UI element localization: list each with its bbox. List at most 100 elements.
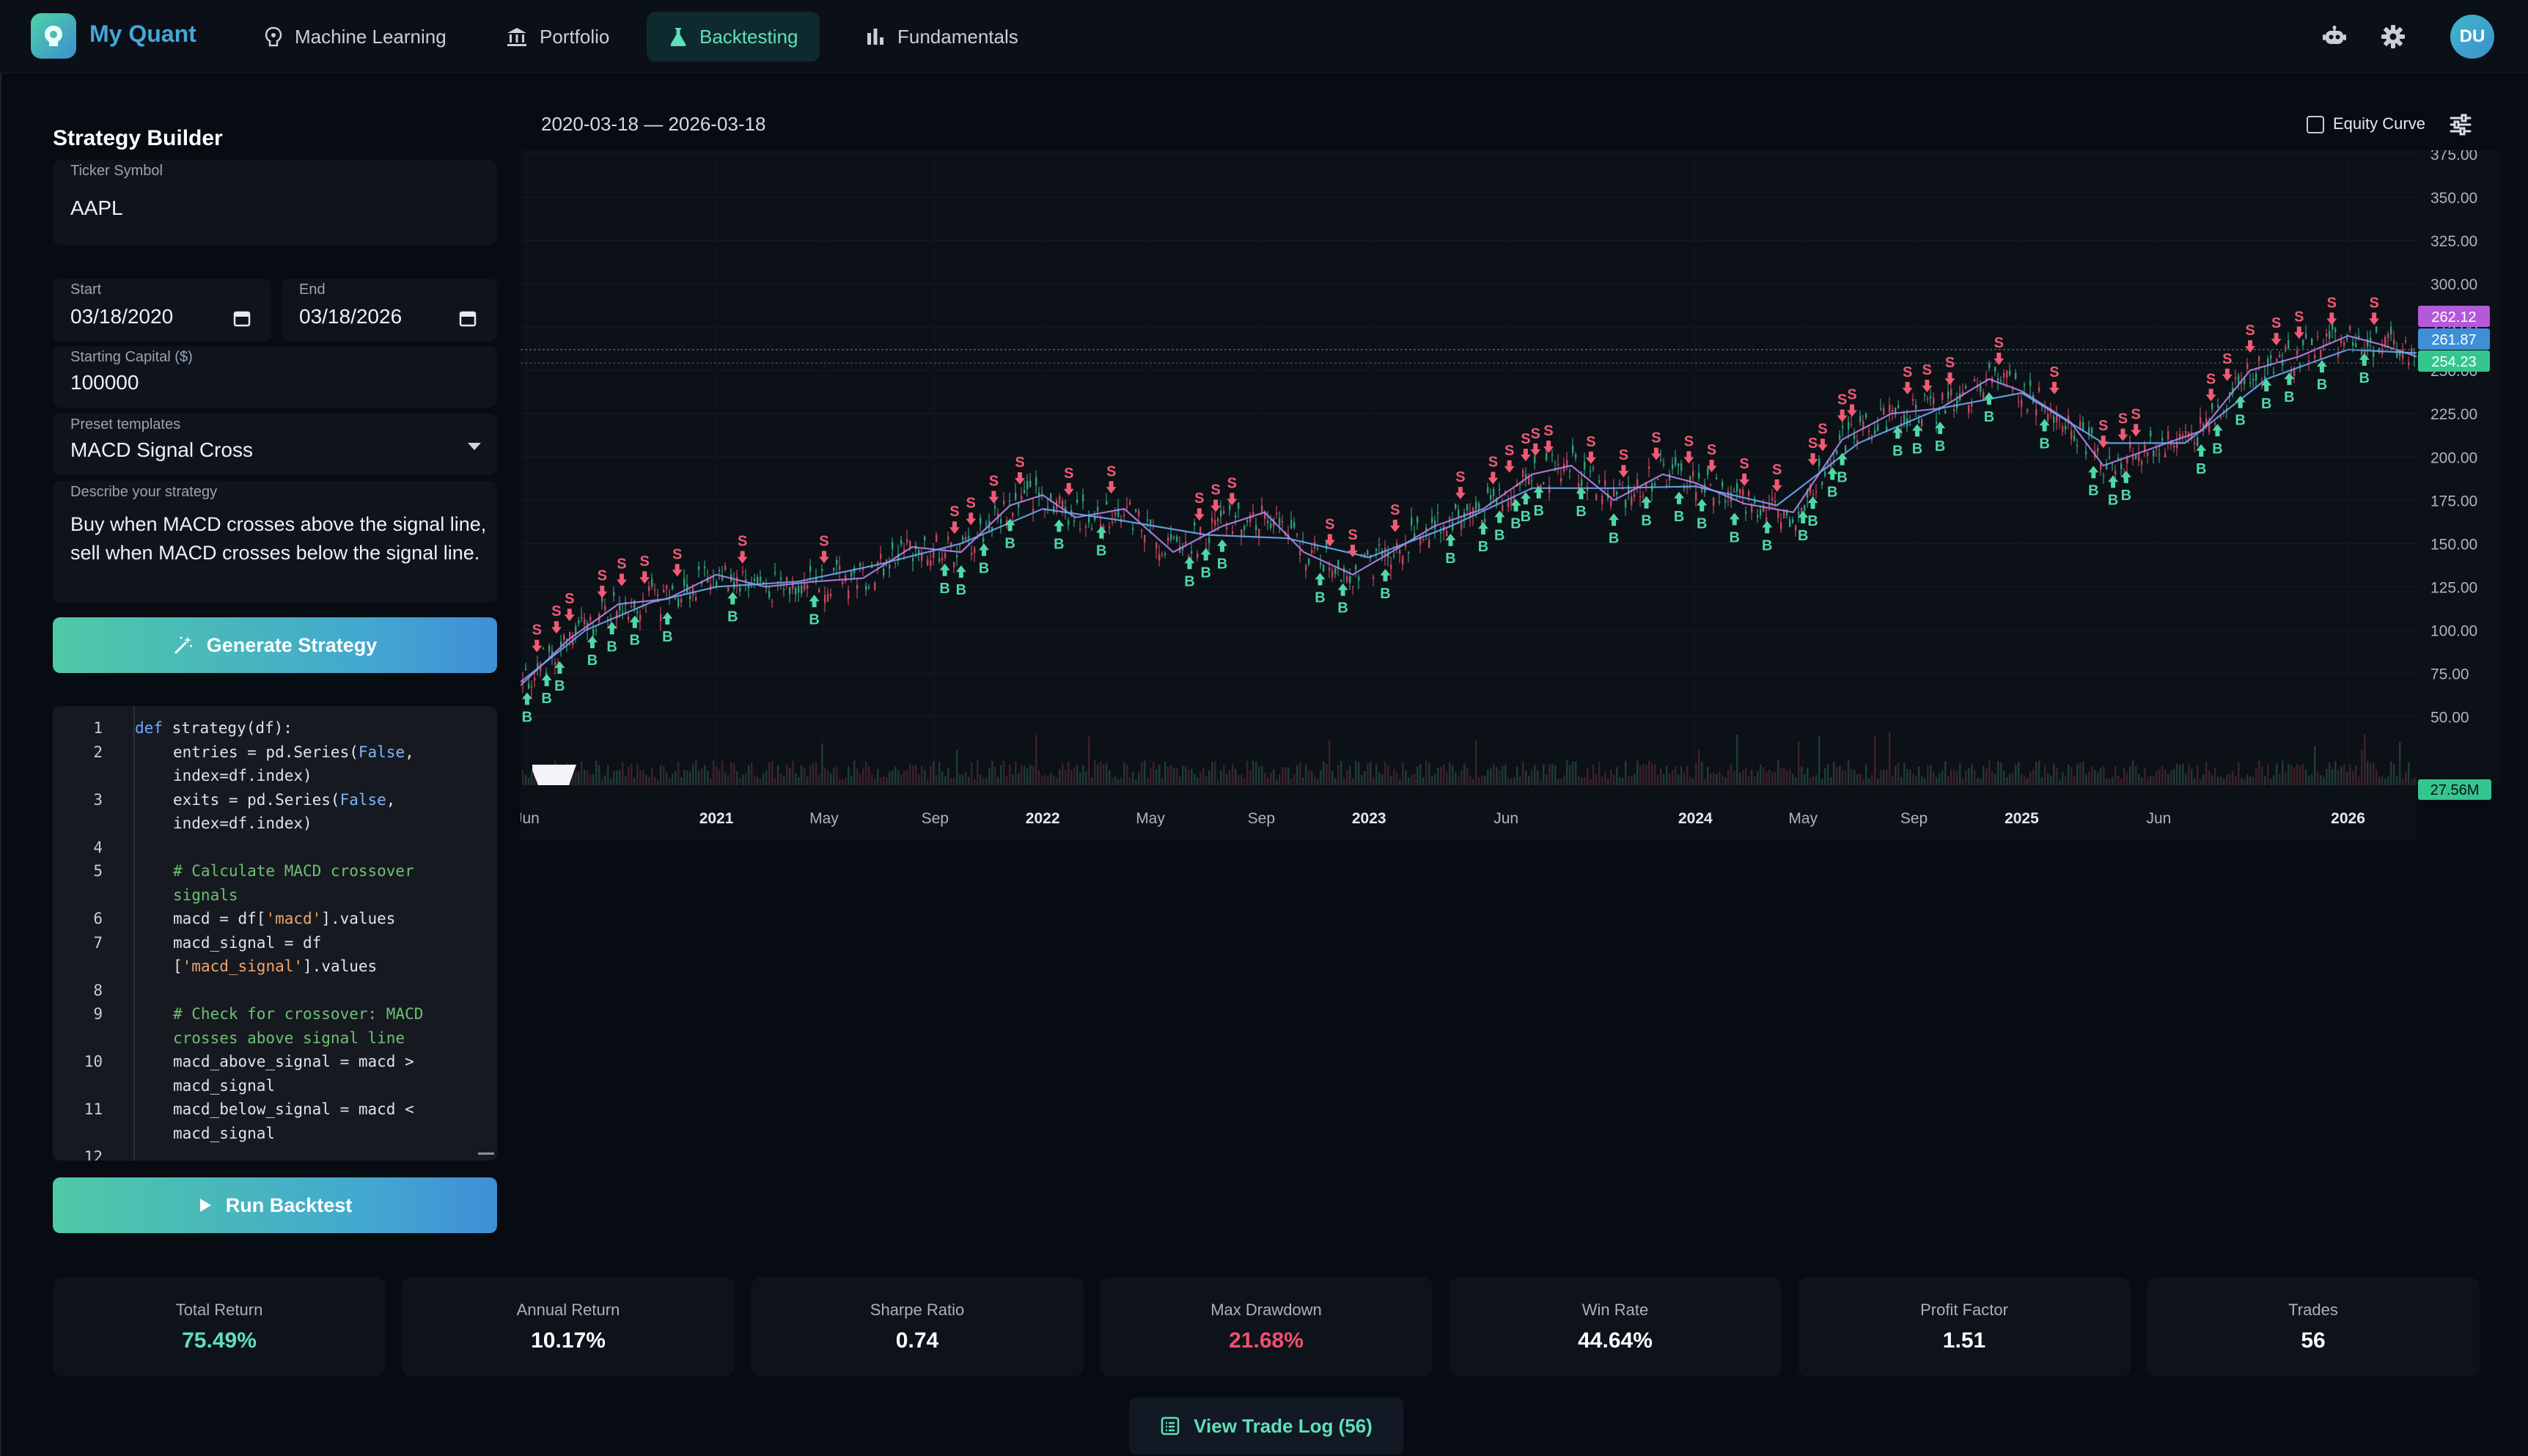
candle-body	[965, 537, 967, 540]
volume-bar	[1340, 760, 1342, 785]
volume-bar	[528, 777, 530, 785]
metric-value: 56	[2301, 1328, 2326, 1353]
volume-bar	[918, 773, 920, 785]
capital-input[interactable]: 100000	[70, 371, 139, 394]
nav-fundamentals[interactable]: Fundamentals	[843, 12, 1040, 62]
volume-bar	[2205, 761, 2208, 785]
start-date-field[interactable]: Start 03/18/2020	[53, 279, 271, 342]
equity-curve-checkbox[interactable]	[2307, 116, 2324, 133]
volume-bar	[950, 777, 952, 785]
end-date-input[interactable]: 03/18/2026	[299, 305, 402, 328]
volume-bar	[1724, 777, 1727, 785]
buy-label: B	[1827, 484, 1837, 500]
sliders-icon[interactable]	[2449, 113, 2472, 136]
robot-icon[interactable]	[2320, 22, 2349, 51]
line-number: 7	[93, 933, 103, 952]
capital-label: Starting Capital ($)	[70, 349, 193, 365]
ticker-input[interactable]: AAPL	[70, 196, 123, 220]
start-date-input[interactable]: 03/18/2020	[70, 305, 173, 328]
candle-body	[1856, 440, 1859, 444]
volume-bar	[809, 765, 812, 785]
candle-body	[833, 567, 835, 570]
sell-label: S	[1531, 426, 1540, 442]
description-field[interactable]: Describe your strategy Buy when MACD cro…	[53, 481, 497, 603]
volume-bar	[1991, 771, 1994, 785]
capital-field[interactable]: Starting Capital ($) 100000	[53, 346, 497, 408]
candle-body	[959, 545, 961, 546]
end-date-field[interactable]: End 03/18/2026	[282, 279, 497, 342]
volume-bar	[1994, 773, 1996, 785]
candle-body	[2285, 346, 2287, 352]
volume-bar	[736, 771, 738, 785]
candle-body	[1619, 483, 1621, 485]
x-tick-label: 2024	[1678, 810, 1713, 827]
candle-body	[780, 577, 782, 580]
candle-body	[639, 614, 642, 621]
nav-machine-learning[interactable]: Machine Learning	[242, 12, 469, 62]
volume-bar	[2018, 761, 2020, 785]
calendar-icon[interactable]	[459, 309, 477, 327]
candle-body	[2387, 334, 2389, 338]
candle-body	[842, 581, 844, 584]
code-editor[interactable]: 1 def strategy(df): 2 entries = pd.Series(F…	[53, 706, 497, 1161]
view-trade-log-button[interactable]: View Trade Log (56)	[1129, 1397, 1403, 1455]
volume-bar	[604, 775, 606, 785]
nav-portfolio[interactable]: Portfolio	[484, 12, 631, 62]
end-label: End	[299, 282, 326, 298]
logo-icon[interactable]	[31, 13, 76, 59]
sell-label: S	[2245, 323, 2255, 339]
volume-bar	[897, 770, 900, 785]
candle-body	[771, 600, 774, 603]
nav-backtesting[interactable]: Backtesting	[647, 12, 820, 62]
volume-bar	[1713, 772, 1715, 785]
gear-icon[interactable]	[2378, 22, 2408, 51]
volume-bar	[1780, 768, 1782, 785]
price-chart[interactable]: 375.00350.00325.00300.00275.00250.00225.…	[521, 150, 2500, 841]
code-scrollbar[interactable]	[478, 1152, 494, 1155]
candle-body	[1399, 549, 1401, 554]
volume-bar	[2381, 776, 2384, 785]
candle-body	[2141, 461, 2143, 465]
candle-body	[1311, 550, 1313, 554]
volume-bar	[613, 771, 615, 785]
volume-bar	[801, 765, 803, 785]
volume-bar	[2249, 776, 2252, 785]
line-number: 6	[93, 910, 103, 927]
volume-bar	[947, 768, 949, 785]
volume-bar	[962, 774, 964, 785]
candle-body	[1716, 477, 1718, 479]
volume-bar	[1757, 771, 1759, 785]
sell-label: S	[1390, 502, 1400, 518]
volume-bar	[2062, 772, 2064, 785]
candle-body	[1613, 488, 1615, 497]
candle-body	[1880, 408, 1882, 410]
volume-bar	[924, 770, 926, 785]
ticker-field[interactable]: Ticker Symbol AAPL	[53, 160, 497, 245]
candle-body	[525, 668, 527, 670]
preset-select[interactable]: Preset templates MACD Signal Cross	[53, 413, 497, 475]
equity-curve-label[interactable]: Equity Curve	[2333, 114, 2425, 133]
volume-bar	[2279, 773, 2281, 785]
candle-body	[1176, 536, 1178, 542]
avatar[interactable]: DU	[2450, 15, 2494, 59]
run-backtest-button[interactable]: Run Backtest	[53, 1177, 497, 1233]
volume-bar	[2068, 764, 2070, 785]
candle-body	[1642, 495, 1645, 497]
volume-bar	[906, 770, 908, 785]
volume-bar	[1065, 769, 1067, 785]
description-textarea[interactable]: Buy when MACD crosses above the signal l…	[70, 510, 510, 567]
candle-body	[713, 578, 715, 580]
volume-bar	[2144, 768, 2146, 785]
volume-bar	[1745, 768, 1747, 785]
code-text: def strategy(df):	[135, 719, 293, 737]
volume-bar	[1449, 762, 1451, 785]
candle-body	[1138, 510, 1140, 516]
candle-body	[2302, 339, 2304, 345]
generate-strategy-button[interactable]: Generate Strategy	[53, 617, 497, 673]
volume-bar	[1419, 763, 1422, 785]
volume-bar	[1689, 777, 1691, 785]
calendar-icon[interactable]	[233, 309, 251, 327]
app-name[interactable]: My Quant	[89, 21, 196, 48]
volume-bar	[2173, 769, 2175, 785]
volume-bar	[971, 762, 973, 785]
